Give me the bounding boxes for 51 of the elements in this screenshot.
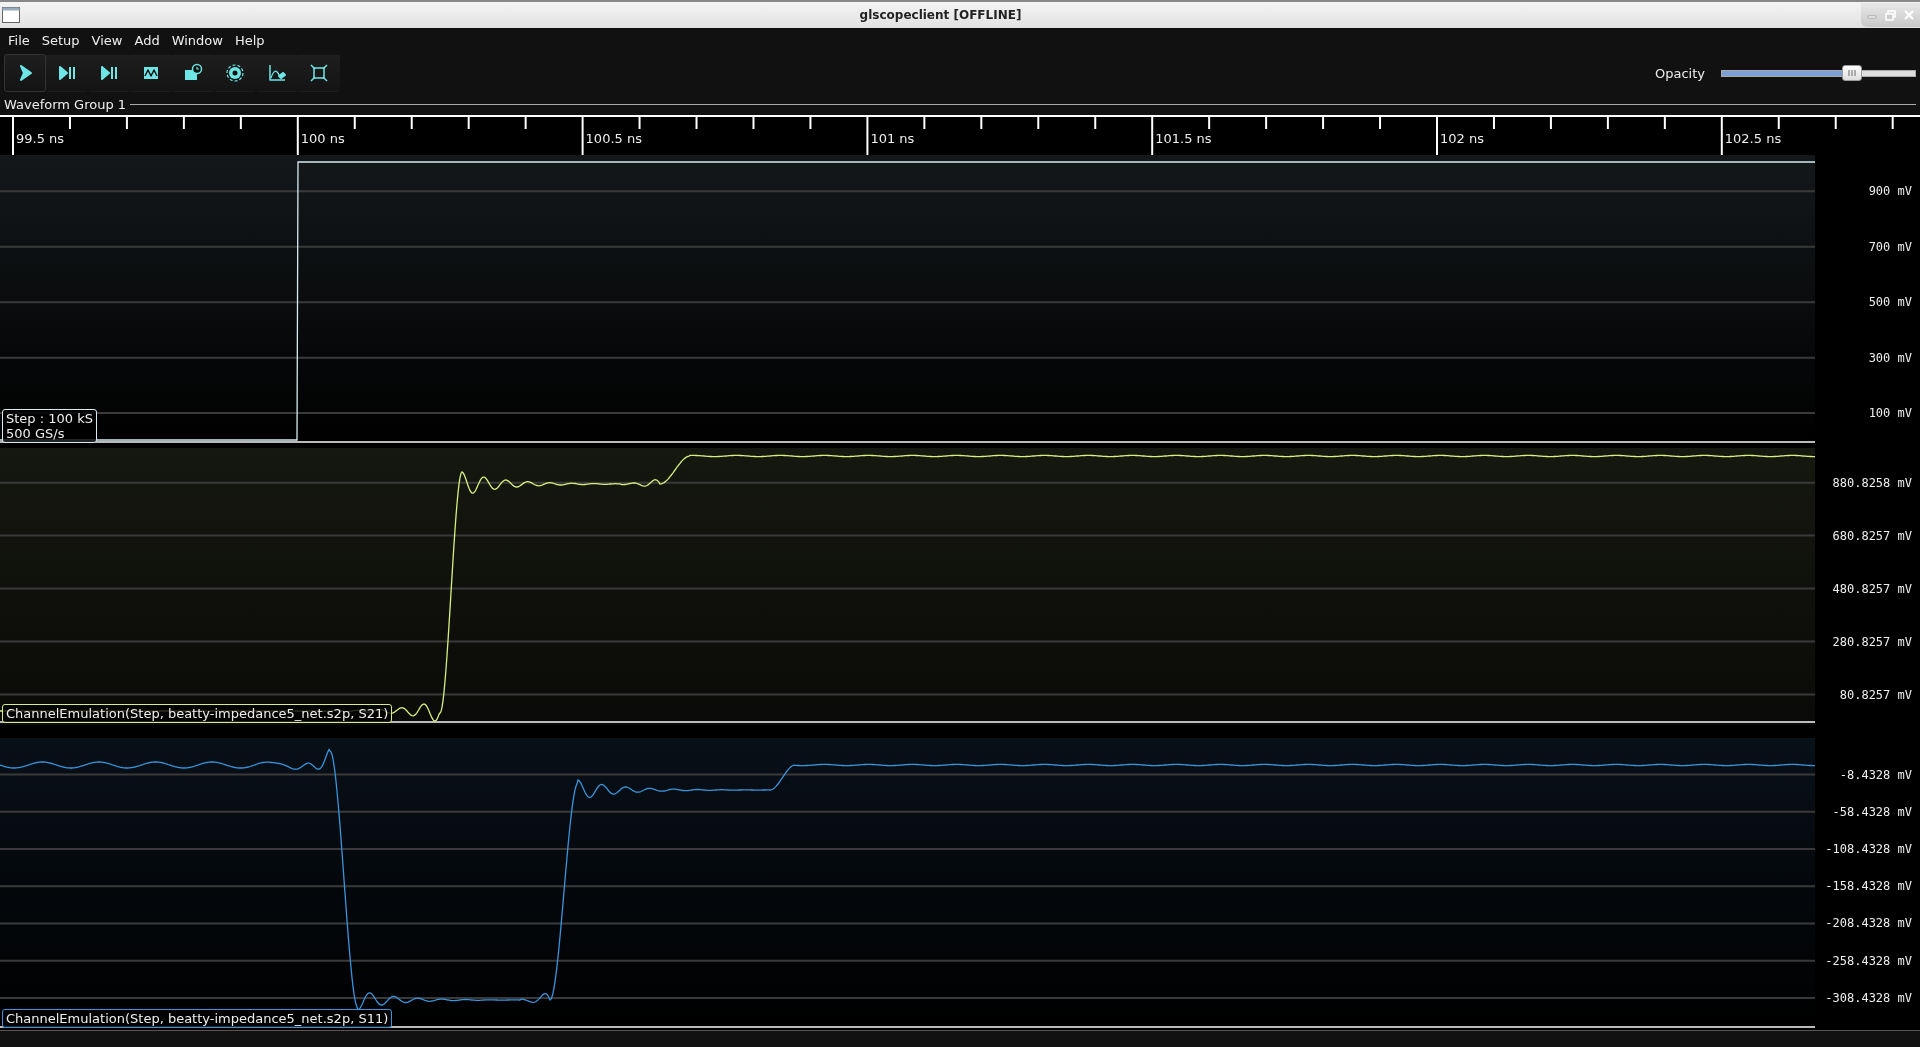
axis-label: -108.4328 mV: [1825, 841, 1912, 856]
channel-label[interactable]: ChannelEmulation(Step, beatty-impedance5_net.s2p, S11): [2, 1009, 393, 1028]
menu-item[interactable]: File: [2, 32, 36, 48]
step-forward-icon: [99, 63, 119, 83]
toolbar-button[interactable]: [4, 54, 46, 92]
axis-label: 880.8258 mV: [1832, 475, 1912, 490]
axis-label: 900 mV: [1868, 184, 1912, 199]
menu-item[interactable]: Add: [128, 32, 166, 48]
toolbar-button[interactable]: [298, 54, 340, 92]
group-title: Waveform Group 1: [4, 97, 127, 112]
axis-label: 80.8257 mV: [1839, 687, 1912, 702]
step-forward-icon: [57, 63, 77, 83]
axis-label: 300 mV: [1868, 350, 1912, 365]
axis-label: -58.4328 mV: [1832, 804, 1912, 819]
axis-label: -158.4328 mV: [1825, 879, 1912, 894]
axis-label: 100 mV: [1868, 406, 1912, 421]
axis-label: 280.8257 mV: [1832, 634, 1912, 649]
time-label: 100 ns: [300, 131, 345, 146]
axis-label: -8.4328 mV: [1839, 767, 1912, 782]
menu-item[interactable]: Help: [228, 32, 271, 48]
axis-label: -258.4328 mV: [1825, 953, 1912, 968]
menu-item[interactable]: Setup: [35, 32, 86, 48]
channel-label-text: Step : 100 kS: [6, 411, 93, 426]
time-label: 102.5 ns: [1724, 131, 1782, 146]
axis-label: -208.4328 mV: [1825, 916, 1912, 931]
window-title: glscopeclient [OFFLINE]: [859, 8, 1022, 22]
fullscreen-icon: [309, 63, 329, 83]
window-icon: [2, 7, 20, 23]
axis-label: 680.8257 mV: [1832, 528, 1912, 543]
time-label: 101 ns: [870, 131, 915, 146]
graph-pen-icon: [267, 63, 287, 83]
axis-label: 500 mV: [1868, 295, 1912, 310]
channel-label[interactable]: Step : 100 kS 500 GS/s: [2, 409, 97, 443]
toolbar-button[interactable]: [46, 54, 88, 92]
grip-icon: [1848, 69, 1857, 76]
slider-thumb[interactable]: [1842, 64, 1863, 81]
channel-label-text: ChannelEmulation(Step, beatty-impedance5_net.s2p, S11): [6, 1011, 389, 1026]
axis-label: 480.8257 mV: [1832, 581, 1912, 596]
menu-item[interactable]: Window: [165, 32, 229, 48]
menu-item[interactable]: View: [85, 32, 129, 48]
channel-label[interactable]: ChannelEmulation(Step, beatty-impedance5_net.s2p, S21): [2, 704, 393, 723]
axis-label: -308.4328 mV: [1825, 990, 1912, 1005]
time-label: 100.5 ns: [585, 131, 642, 146]
settings-icon: [225, 63, 245, 83]
opacity-label: Opacity: [1655, 65, 1705, 81]
axis-label: 700 mV: [1868, 239, 1912, 254]
channel-label-text: 500 GS/s: [6, 426, 66, 441]
time-label: 102 ns: [1440, 131, 1484, 146]
time-label: 99.5 ns: [16, 131, 65, 146]
time-label: 101.5 ns: [1155, 131, 1212, 146]
channel-label-text: ChannelEmulation(Step, beatty-impedance5_net.s2p, S21): [6, 706, 389, 721]
